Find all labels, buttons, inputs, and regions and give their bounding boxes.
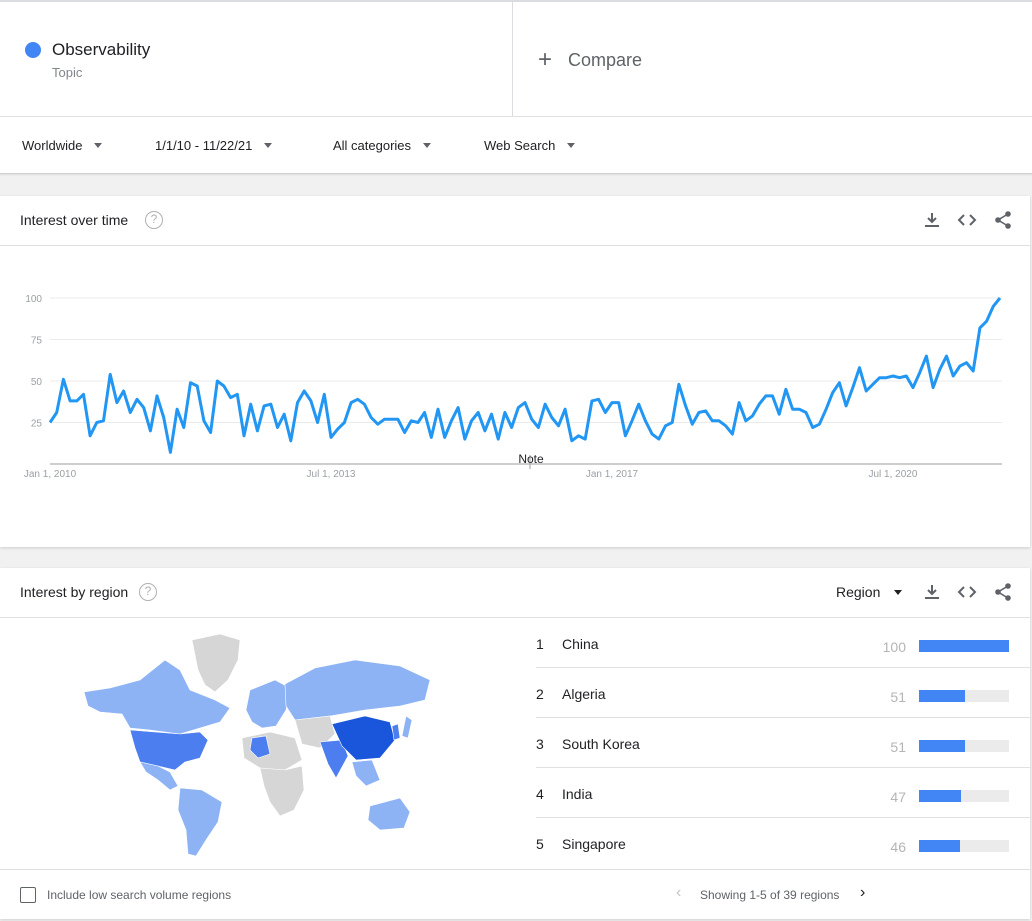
map-region-russia[interactable] [284,659,431,721]
question-icon[interactable]: ? [139,583,157,601]
low-volume-checkbox[interactable] [20,887,36,903]
interest-over-time-chart[interactable]: 25 50 75 100 Jan 1, 2010 Jul 1, 2013 Jan 1, 2… [0,247,1030,537]
compare-label: Compare [568,49,643,70]
chevron-down-icon [567,143,576,148]
region-name[interactable]: Algeria [562,686,606,702]
region-value: 46 [890,839,906,855]
share-icon[interactable] [993,210,1013,230]
interest-over-time-card: Interest over time ? 25 50 75 100 Jan 1, 20… [0,196,1030,547]
interest-over-time-header: Interest over time ? [0,196,1030,246]
region-name[interactable]: Singapore [562,836,626,852]
x-tick-label: Jul 1, 2020 [868,469,917,480]
x-tick-label: Jul 1, 2013 [307,469,356,480]
region-bar-track [919,640,1009,652]
region-bar-track [919,690,1009,702]
date-range-filter[interactable]: 1/1/10 - 11/22/21 [155,138,273,153]
region-bar-fill [919,690,965,702]
download-icon[interactable] [922,582,942,602]
interest-over-time-title: Interest over time [20,212,129,228]
region-row[interactable]: 3 South Korea 51 [536,718,1030,768]
term-color-dot [25,42,41,58]
map-region-greenland[interactable] [191,633,241,693]
chevron-right-icon[interactable]: › [860,884,865,902]
region-value: 51 [890,739,906,755]
question-icon[interactable]: ? [145,211,163,229]
y-tick-label: 50 [31,377,43,388]
region-row[interactable]: 1 China 100 [536,618,1030,668]
region-name[interactable]: China [562,636,599,652]
region-bar-track [919,740,1009,752]
low-volume-label: Include low search volume regions [47,888,232,902]
plus-icon: + [538,46,553,73]
filter-bar: Worldwide 1/1/10 - 11/22/21 All categori… [0,116,1032,174]
embed-icon[interactable] [957,210,977,230]
location-filter-label: Worldwide [22,138,83,153]
term-card[interactable]: Observability Topic [0,2,513,116]
term-type: Topic [52,65,83,80]
note-label[interactable]: Note [518,452,544,466]
download-icon[interactable] [922,210,942,230]
region-row[interactable]: 2 Algeria 51 [536,668,1030,718]
region-footer: Include low search volume regions ‹ Show… [0,869,1030,919]
pagination-text: Showing 1-5 of 39 regions [700,888,840,902]
map-region-europe[interactable] [245,679,291,729]
property-filter[interactable]: Web Search [484,138,576,153]
chevron-down-icon [894,589,903,595]
interest-by-region-card: Interest by region ? Region 1 China 100 … [0,568,1030,919]
map-region-australia[interactable] [367,797,411,831]
region-rank: 2 [536,686,544,702]
region-value: 47 [890,789,906,805]
chevron-down-icon [264,143,273,148]
chevron-left-icon[interactable]: ‹ [676,884,681,902]
share-icon[interactable] [993,582,1013,602]
date-range-filter-label: 1/1/10 - 11/22/21 [155,138,253,153]
region-rank: 1 [536,636,544,652]
category-filter-label: All categories [333,138,412,153]
region-value: 100 [882,639,906,655]
region-rank: 5 [536,836,544,852]
x-tick-label: Jan 1, 2017 [586,469,639,480]
search-terms-bar: Observability Topic + Compare [0,0,1032,116]
map-region-south-africa[interactable] [259,765,305,817]
world-map[interactable] [80,630,440,860]
embed-icon[interactable] [957,582,977,602]
resolution-label: Region [836,584,881,600]
region-bar-fill [919,840,961,852]
property-filter-label: Web Search [484,138,556,153]
y-tick-label: 25 [31,419,43,430]
region-bar-fill [919,640,1009,652]
map-region-southeast-asia[interactable] [351,759,381,787]
interest-by-region-title: Interest by region [20,584,129,600]
region-name[interactable]: India [562,786,592,802]
region-name[interactable]: South Korea [562,736,640,752]
region-value: 51 [890,689,906,705]
compare-button[interactable]: + Compare [538,48,642,72]
region-row[interactable]: 5 Singapore 46 [536,818,1030,868]
region-bar-fill [919,740,965,752]
region-row[interactable]: 4 India 47 [536,768,1030,818]
region-bar-track [919,840,1009,852]
x-tick-label: Jan 1, 2010 [24,469,77,480]
resolution-dropdown[interactable]: Region [836,584,903,600]
category-filter[interactable]: All categories [333,138,432,153]
region-bar-track [919,790,1009,802]
map-region-japan[interactable] [401,715,413,739]
y-tick-label: 100 [25,294,42,305]
interest-by-region-header: Interest by region ? Region [0,568,1030,618]
region-rank: 4 [536,786,544,802]
y-tick-label: 75 [31,336,43,347]
region-bar-fill [919,790,962,802]
location-filter[interactable]: Worldwide [22,138,103,153]
term-name[interactable]: Observability [52,40,150,60]
chevron-down-icon [94,143,103,148]
series-line [48,297,1002,454]
map-region-south-america[interactable] [177,787,223,857]
chevron-down-icon [423,143,432,148]
region-rank: 3 [536,736,544,752]
